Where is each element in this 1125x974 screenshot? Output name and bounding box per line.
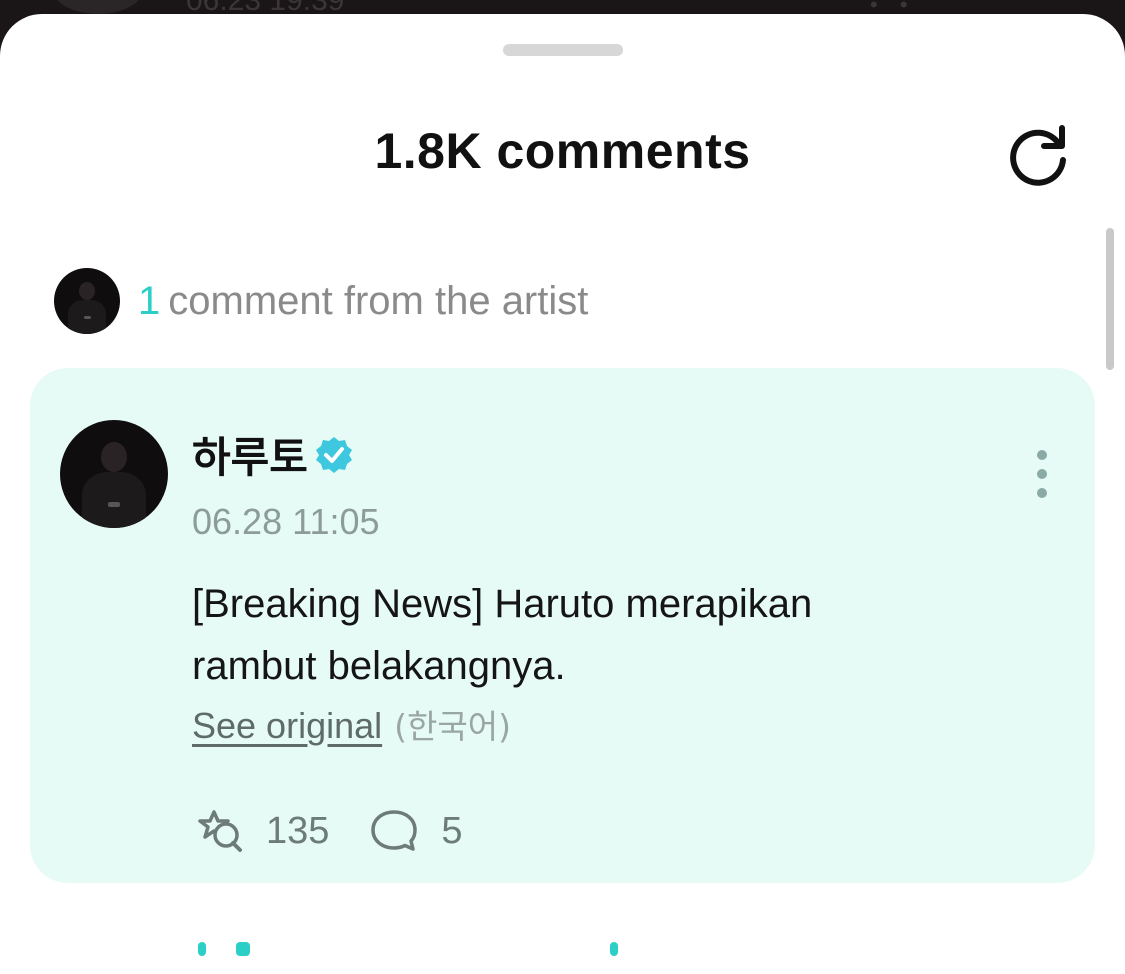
refresh-icon[interactable] — [1004, 122, 1074, 192]
author-name[interactable]: 하루토 — [192, 424, 308, 485]
artist-comment-card: 하루토 06.28 11:05 [Breaking News] Haruto m… — [30, 368, 1095, 883]
author-row: 하루토 — [192, 424, 354, 485]
comment-actions: 135 5 — [192, 804, 463, 858]
verified-badge-icon — [315, 436, 352, 473]
scrollbar[interactable] — [1106, 228, 1114, 370]
artist-comment-count: 1 — [138, 278, 161, 323]
reaction-count: 135 — [266, 809, 330, 852]
comment-text-line: rambut belakangnya. — [192, 644, 566, 688]
comment-text: [Breaking News] Haruto merapikan rambut … — [192, 573, 1012, 697]
sheet-drag-handle[interactable] — [503, 44, 623, 56]
reaction-icon — [198, 810, 242, 852]
background-avatar — [52, 0, 144, 14]
original-language: (한국어) — [394, 707, 511, 746]
artist-avatar-small — [54, 268, 120, 334]
artist-comments-label: 1 comment from the artist — [138, 279, 588, 324]
comment-text-line: [Breaking News] Haruto merapikan — [192, 582, 813, 626]
artist-comment-text: comment from the artist — [168, 278, 589, 323]
translation-row: See original (한국어) — [192, 700, 511, 748]
next-section-peek — [190, 942, 630, 956]
comment-timestamp: 06.28 11:05 — [192, 501, 380, 542]
reply-count: 5 — [441, 809, 463, 852]
reply-bubble-icon — [371, 810, 418, 851]
author-avatar[interactable] — [60, 420, 168, 528]
see-original-link[interactable]: See original — [192, 705, 382, 746]
artist-comments-summary[interactable]: 1 comment from the artist — [54, 268, 588, 334]
reaction-button[interactable]: 135 — [192, 804, 329, 858]
comments-title: 1.8K comments — [374, 123, 751, 179]
more-vertical-icon[interactable] — [1020, 446, 1064, 502]
comments-sheet: 1.8K comments 1 comment from the artist 하… — [0, 14, 1125, 974]
reply-button[interactable]: 5 — [367, 804, 463, 858]
